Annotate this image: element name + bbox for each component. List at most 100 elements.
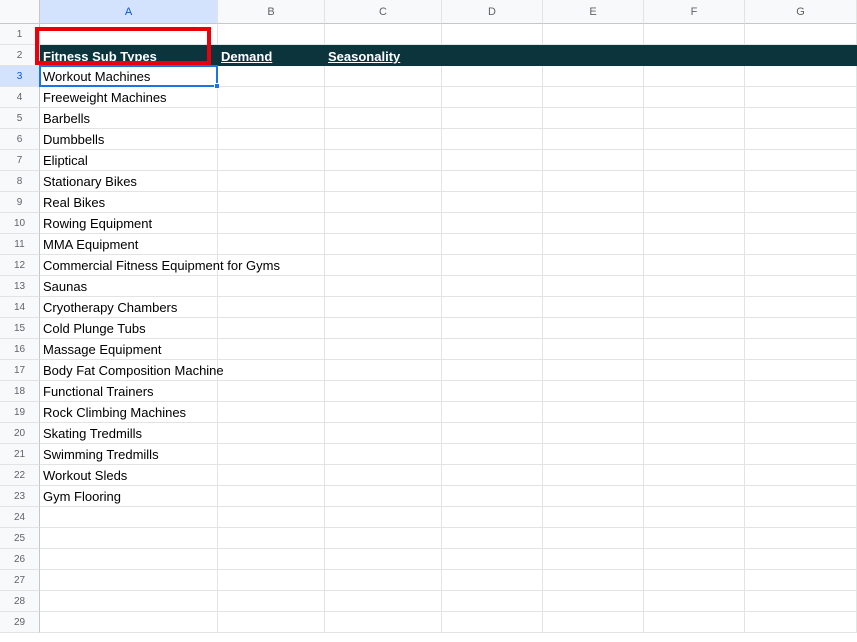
row-header-1[interactable]: 1	[0, 24, 40, 45]
cell[interactable]	[644, 234, 745, 255]
row-header-18[interactable]: 18	[0, 381, 40, 402]
row-header-27[interactable]: 27	[0, 570, 40, 591]
cell[interactable]	[325, 612, 442, 633]
cell[interactable]	[543, 318, 644, 339]
cell[interactable]	[745, 339, 857, 360]
column-header-c[interactable]: C	[325, 0, 442, 24]
cell[interactable]	[543, 87, 644, 108]
cell[interactable]	[745, 402, 857, 423]
cell[interactable]	[218, 549, 325, 570]
cell[interactable]	[442, 570, 543, 591]
select-all-corner[interactable]	[0, 0, 40, 24]
cell[interactable]	[218, 87, 325, 108]
cell[interactable]	[325, 360, 442, 381]
cell[interactable]	[325, 255, 442, 276]
item-cell[interactable]: Gym Flooring	[43, 486, 121, 507]
row-header-24[interactable]: 24	[0, 507, 40, 528]
cell[interactable]	[325, 150, 442, 171]
cell[interactable]	[644, 129, 745, 150]
header-seasonality[interactable]: Seasonality	[328, 45, 400, 66]
cell[interactable]	[745, 381, 857, 402]
cell[interactable]	[543, 276, 644, 297]
cell[interactable]	[745, 150, 857, 171]
row-header-14[interactable]: 14	[0, 297, 40, 318]
cell[interactable]	[543, 381, 644, 402]
cell[interactable]	[543, 528, 644, 549]
cell[interactable]	[644, 276, 745, 297]
cell[interactable]	[325, 66, 442, 87]
cell[interactable]	[325, 465, 442, 486]
row-header-19[interactable]: 19	[0, 402, 40, 423]
cell[interactable]	[325, 549, 442, 570]
row-header-28[interactable]: 28	[0, 591, 40, 612]
cell[interactable]	[745, 360, 857, 381]
cell[interactable]	[644, 297, 745, 318]
cell[interactable]	[40, 570, 218, 591]
cell[interactable]	[644, 192, 745, 213]
cell[interactable]	[745, 465, 857, 486]
cell[interactable]	[543, 612, 644, 633]
cell[interactable]	[543, 360, 644, 381]
item-cell[interactable]: Functional Trainers	[43, 381, 154, 402]
cell[interactable]	[218, 234, 325, 255]
cell[interactable]	[442, 528, 543, 549]
cell[interactable]	[325, 234, 442, 255]
cell[interactable]	[442, 381, 543, 402]
cell[interactable]	[325, 528, 442, 549]
cell[interactable]	[543, 591, 644, 612]
cell[interactable]	[442, 486, 543, 507]
cell[interactable]	[543, 423, 644, 444]
cell[interactable]	[325, 87, 442, 108]
row-header-29[interactable]: 29	[0, 612, 40, 633]
cell[interactable]	[543, 297, 644, 318]
cell[interactable]	[543, 570, 644, 591]
cell[interactable]	[442, 87, 543, 108]
item-cell[interactable]: Cryotherapy Chambers	[43, 297, 177, 318]
cell[interactable]	[40, 549, 218, 570]
cell[interactable]	[442, 465, 543, 486]
cell[interactable]	[442, 108, 543, 129]
item-cell[interactable]: MMA Equipment	[43, 234, 138, 255]
row-header-3[interactable]: 3	[0, 66, 40, 87]
cell[interactable]	[442, 318, 543, 339]
cell[interactable]	[442, 612, 543, 633]
cell[interactable]	[644, 549, 745, 570]
cell[interactable]	[325, 381, 442, 402]
cell[interactable]	[218, 213, 325, 234]
cell[interactable]	[218, 381, 325, 402]
cell[interactable]	[442, 402, 543, 423]
item-cell[interactable]: Commercial Fitness Equipment for Gyms	[43, 255, 280, 276]
fill-handle[interactable]	[214, 83, 220, 89]
cell[interactable]	[218, 297, 325, 318]
cell[interactable]	[543, 150, 644, 171]
cell[interactable]	[442, 339, 543, 360]
cell[interactable]	[442, 360, 543, 381]
cell[interactable]	[745, 591, 857, 612]
cell[interactable]	[543, 171, 644, 192]
cell[interactable]	[543, 66, 644, 87]
item-cell[interactable]: Workout Sleds	[43, 465, 127, 486]
cell[interactable]	[644, 381, 745, 402]
cell[interactable]	[40, 591, 218, 612]
column-header-d[interactable]: D	[442, 0, 543, 24]
item-cell[interactable]: Saunas	[43, 276, 87, 297]
cell[interactable]	[442, 255, 543, 276]
cell[interactable]	[644, 465, 745, 486]
row-header-21[interactable]: 21	[0, 444, 40, 465]
cell[interactable]	[644, 213, 745, 234]
cell[interactable]	[644, 570, 745, 591]
cell[interactable]	[442, 234, 543, 255]
cell[interactable]	[218, 528, 325, 549]
cell[interactable]	[644, 108, 745, 129]
item-cell[interactable]: Body Fat Composition Machine	[43, 360, 224, 381]
cell[interactable]	[442, 150, 543, 171]
item-cell[interactable]: Barbells	[43, 108, 90, 129]
cell[interactable]	[543, 402, 644, 423]
cell[interactable]	[218, 66, 325, 87]
cell[interactable]	[644, 255, 745, 276]
cell[interactable]	[543, 465, 644, 486]
cell[interactable]	[218, 402, 325, 423]
cell[interactable]	[218, 360, 325, 381]
item-cell[interactable]: Eliptical	[43, 150, 88, 171]
row-header-20[interactable]: 20	[0, 423, 40, 444]
